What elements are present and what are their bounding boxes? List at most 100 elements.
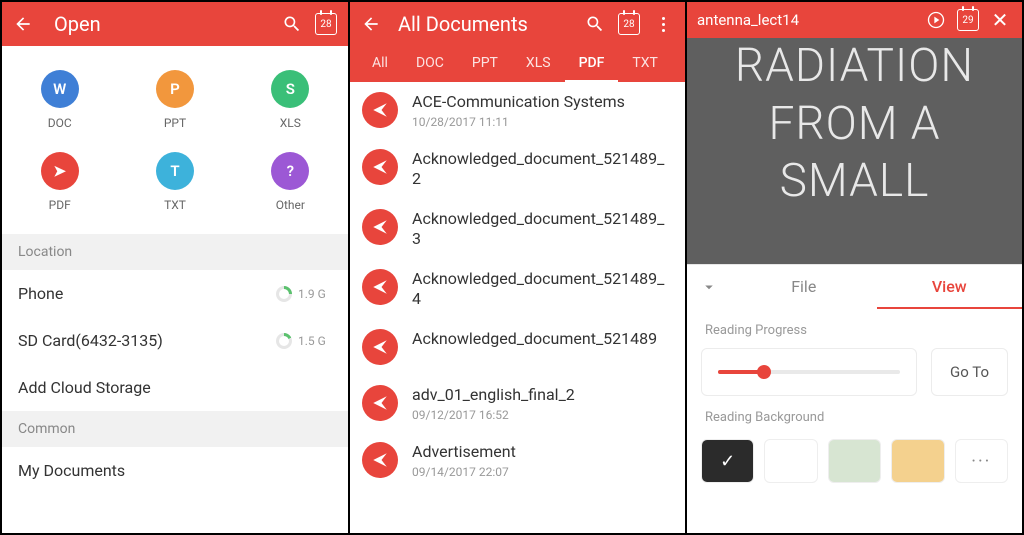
document-row[interactable]: ACE-Communication Systems 10/28/2017 11:… — [350, 82, 685, 139]
file-type-label: XLS — [280, 116, 301, 130]
reading-progress-row: Go To — [687, 348, 1022, 396]
documents-header: All Documents 28 AllDOCPPTXLSPDFTXT — [350, 2, 685, 82]
close-button[interactable]: ✕ — [988, 8, 1012, 32]
document-row[interactable]: Acknowledged_document_521489_3 — [350, 199, 685, 259]
background-swatch[interactable] — [764, 439, 817, 483]
common-list: My Documents — [2, 447, 348, 494]
document-name: Acknowledged_document_521489 — [412, 329, 671, 349]
pdf-file-icon — [362, 269, 398, 305]
location-name: Phone — [18, 284, 63, 303]
collapse-button[interactable] — [687, 278, 731, 296]
go-to-label: Go To — [950, 363, 989, 381]
open-panel: Open 28 W DOCP PPTS XLS➤ PDFT TXT? Other… — [0, 0, 348, 535]
background-swatch[interactable] — [828, 439, 881, 483]
location-row[interactable]: Phone 1.9 G — [2, 270, 348, 317]
tab-ppt[interactable]: PPT — [458, 46, 512, 82]
calendar-button[interactable]: 28 — [314, 12, 338, 36]
document-title: antenna_lect14 — [697, 11, 916, 29]
calendar-button[interactable]: 28 — [617, 12, 641, 36]
reading-progress-label: Reading Progress — [687, 309, 1022, 348]
background-swatch[interactable] — [891, 439, 944, 483]
pdf-file-icon — [362, 385, 398, 421]
tab-all[interactable]: All — [358, 46, 402, 82]
file-type-grid: W DOCP PPTS XLS➤ PDFT TXT? Other — [2, 46, 348, 234]
document-page-preview[interactable]: RADIATION FROM A SMALL — [687, 38, 1022, 264]
calendar-icon: 28 — [315, 13, 337, 35]
progress-slider-container — [701, 348, 917, 396]
close-icon: ✕ — [992, 10, 1009, 30]
all-documents-panel: All Documents 28 AllDOCPPTXLSPDFTXT ACE-… — [348, 0, 685, 535]
file-type-xls[interactable]: S XLS — [233, 62, 348, 144]
document-name: Acknowledged_document_521489_3 — [412, 209, 671, 249]
location-list: Phone 1.9 GSD Card(6432-3135) 1.5 G — [2, 270, 348, 364]
background-swatch-row: ✓ ··· — [687, 435, 1022, 483]
document-row[interactable]: Acknowledged_document_521489_2 — [350, 139, 685, 199]
document-text: ACE-Communication Systems 10/28/2017 11:… — [412, 92, 671, 129]
file-type-label: Other — [276, 198, 305, 212]
calendar-icon: 28 — [618, 13, 640, 35]
search-icon — [585, 14, 605, 34]
pdf-file-icon — [362, 92, 398, 128]
play-button[interactable] — [924, 8, 948, 32]
file-type-txt[interactable]: T TXT — [117, 144, 232, 226]
file-type-icon: P — [156, 70, 194, 108]
file-type-icon: S — [271, 70, 309, 108]
common-item[interactable]: My Documents — [2, 447, 348, 494]
document-text: Advertisement 09/14/2017 22:07 — [412, 442, 671, 479]
location-section-label: Location — [2, 234, 348, 270]
document-row[interactable]: Advertisement 09/14/2017 22:07 — [350, 432, 685, 489]
more-backgrounds-button[interactable]: ··· — [955, 439, 1008, 483]
pdf-file-icon — [362, 442, 398, 478]
progress-thumb[interactable] — [757, 365, 771, 379]
document-meta: 10/28/2017 11:11 — [412, 115, 671, 129]
document-name: Advertisement — [412, 442, 671, 462]
file-type-other[interactable]: ? Other — [233, 144, 348, 226]
page-text: RADIATION FROM A SMALL — [735, 38, 974, 211]
document-text: Acknowledged_document_521489_4 — [412, 269, 671, 309]
file-type-pdf[interactable]: ➤ PDF — [2, 144, 117, 226]
location-name: SD Card(6432-3135) — [18, 331, 163, 350]
document-row[interactable]: Acknowledged_document_521489_4 — [350, 259, 685, 319]
add-cloud-storage-button[interactable]: Add Cloud Storage — [2, 364, 348, 411]
common-section-label: Common — [2, 411, 348, 447]
document-text: Acknowledged_document_521489_2 — [412, 149, 671, 189]
file-type-ppt[interactable]: P PPT — [117, 62, 232, 144]
document-name: adv_01_english_final_2 — [412, 385, 671, 405]
document-text: Acknowledged_document_521489_3 — [412, 209, 671, 249]
tab-xls[interactable]: XLS — [512, 46, 565, 82]
sheet-tab-file[interactable]: File — [731, 265, 877, 309]
calendar-button[interactable]: 29 — [956, 8, 980, 32]
storage-pie-icon — [276, 286, 292, 302]
sheet-tab-view[interactable]: View — [877, 265, 1023, 309]
file-type-doc[interactable]: W DOC — [2, 62, 117, 144]
document-meta: 09/14/2017 22:07 — [412, 465, 671, 479]
go-to-button[interactable]: Go To — [931, 348, 1008, 396]
viewer-header: antenna_lect14 29 ✕ — [687, 2, 1022, 38]
open-header: Open 28 — [2, 2, 348, 46]
location-row[interactable]: SD Card(6432-3135) 1.5 G — [2, 317, 348, 364]
play-circle-icon — [926, 10, 946, 30]
file-type-icon: ? — [271, 152, 309, 190]
sheet-tabs: FileView — [687, 265, 1022, 309]
storage-pie-icon — [276, 333, 292, 349]
tab-doc[interactable]: DOC — [402, 46, 458, 82]
progress-slider[interactable] — [718, 370, 900, 374]
document-name: ACE-Communication Systems — [412, 92, 671, 112]
tab-txt[interactable]: TXT — [618, 46, 671, 82]
document-row[interactable]: adv_01_english_final_2 09/12/2017 16:52 — [350, 375, 685, 432]
back-button[interactable] — [360, 14, 382, 34]
document-name: Acknowledged_document_521489_2 — [412, 149, 671, 189]
back-button[interactable] — [12, 13, 34, 35]
overflow-menu-button[interactable] — [651, 12, 675, 36]
search-button[interactable] — [280, 12, 304, 36]
document-list: ACE-Communication Systems 10/28/2017 11:… — [350, 82, 685, 533]
background-swatch[interactable]: ✓ — [701, 439, 754, 483]
more-vert-icon — [662, 17, 665, 32]
view-options-sheet: FileView Reading Progress Go To Reading … — [687, 264, 1022, 533]
tab-pdf[interactable]: PDF — [565, 46, 619, 82]
file-type-label: TXT — [164, 198, 186, 212]
document-row[interactable]: Acknowledged_document_521489 — [350, 319, 685, 375]
search-button[interactable] — [583, 12, 607, 36]
arrow-left-icon — [361, 14, 381, 34]
search-icon — [282, 14, 302, 34]
